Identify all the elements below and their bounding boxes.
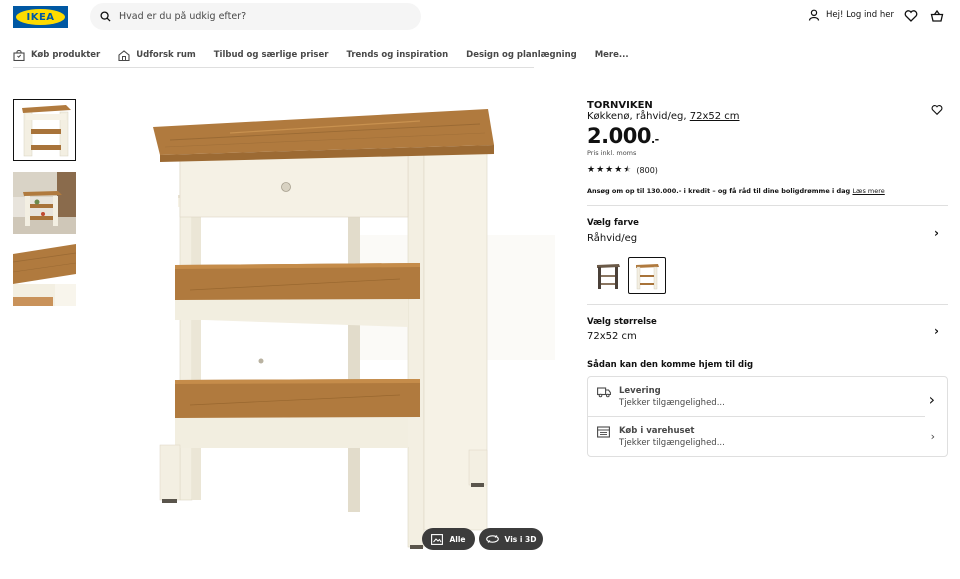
house-icon <box>118 49 130 61</box>
ikea-logo[interactable]: IKEA <box>13 6 68 28</box>
product-size-link[interactable]: 72x52 cm <box>690 111 740 122</box>
rating[interactable]: ★ ★ ★ ★ ★ (800) <box>587 165 658 175</box>
person-icon <box>808 9 820 21</box>
nav-item-design[interactable]: Design og planlægning <box>466 44 577 66</box>
product-name: TORNVIKEN <box>587 100 653 111</box>
room-thumbnail-image <box>13 172 76 234</box>
truck-icon <box>597 387 611 398</box>
heart-icon[interactable] <box>904 9 918 23</box>
main-nav: Køb produkter Udforsk rum Tilbud og særl… <box>13 44 629 68</box>
cart-icon[interactable] <box>930 9 944 23</box>
divider <box>587 304 948 305</box>
swatch-image-dark <box>597 263 620 289</box>
search-bar[interactable] <box>90 3 421 30</box>
vat-note: Pris inkl. moms <box>587 149 637 157</box>
favorite-heart-icon[interactable] <box>931 104 943 116</box>
store-icon <box>597 426 610 438</box>
review-count: (800) <box>636 165 658 175</box>
star-icon: ★ <box>587 165 596 175</box>
delivery-status: Tjekker tilgængelighed... <box>619 398 725 408</box>
login-link[interactable]: Hej! Log ind her <box>808 9 894 21</box>
logo-text: IKEA <box>26 11 55 23</box>
nav-label-more: Mere... <box>594 50 629 60</box>
delivery-title: Levering <box>619 386 661 396</box>
half-star-icon: ★ <box>623 165 632 175</box>
view-all-label: Alle <box>449 534 466 544</box>
product-main-image <box>153 109 555 549</box>
nav-item-shop[interactable]: Køb produkter <box>13 44 100 66</box>
nav-item-rooms[interactable]: Udforsk rum <box>118 44 196 66</box>
credit-text: Ansøg om op til 130.000.- i kredit – og … <box>587 187 851 195</box>
delivery-row[interactable]: Levering Tjekker tilgængelighed... <box>588 377 925 417</box>
divider <box>587 205 948 206</box>
price-suffix: .- <box>650 133 659 146</box>
nav-label-rooms: Udforsk rum <box>136 50 196 60</box>
thumbnail-3[interactable] <box>13 244 76 306</box>
search-icon <box>100 11 111 22</box>
detail-thumbnail-image <box>13 244 76 306</box>
nav-label-offers: Tilbud og særlige priser <box>213 50 329 60</box>
credit-offer: Ansøg om op til 130.000.- i kredit – og … <box>587 187 885 195</box>
nav-item-offers[interactable]: Tilbud og særlige priser <box>214 44 329 66</box>
view-3d-label: Vis i 3D <box>504 534 537 544</box>
credit-link[interactable]: Læs mere <box>852 187 884 195</box>
thumbnail-1[interactable] <box>13 99 76 161</box>
product-description: Køkkenø, råhvid/eg, 72x52 cm <box>587 111 740 122</box>
nav-label-design: Design og planlægning <box>466 50 577 60</box>
view-all-button[interactable]: Alle <box>422 528 475 550</box>
nav-label-trends: Trends og inspiration <box>346 50 449 60</box>
star-icon: ★ <box>605 165 614 175</box>
search-input[interactable] <box>119 11 399 22</box>
nav-item-more[interactable]: Mere... <box>595 44 629 66</box>
store-title: Køb i varehuset <box>619 426 695 436</box>
product-thumbnail-image <box>14 100 75 160</box>
color-value: Råhvid/eg <box>587 233 638 244</box>
size-chevron-icon[interactable]: › <box>934 324 939 338</box>
login-label: Hej! Log ind her <box>826 10 894 20</box>
store-status: Tjekker tilgængelighed... <box>619 438 725 448</box>
delivery-arrow-icon[interactable]: › <box>929 390 935 409</box>
delivery-heading: Sådan kan den komme hjem til dig <box>587 360 754 370</box>
price-value: 2.000 <box>587 124 651 148</box>
size-label: Vælg størrelse <box>587 317 657 327</box>
star-icon: ★ <box>596 165 605 175</box>
star-icon: ★ <box>614 165 623 175</box>
color-chevron-icon[interactable]: › <box>934 226 939 240</box>
nav-item-trends[interactable]: Trends og inspiration <box>346 44 448 66</box>
color-swatch-dark[interactable] <box>589 257 627 294</box>
product-desc-text: Køkkenø, råhvid/eg, <box>587 111 690 122</box>
size-value: 72x52 cm <box>587 331 637 342</box>
gallery-icon <box>431 533 444 545</box>
product-price: 2.000.- <box>587 124 659 148</box>
nav-label-shop: Køb produkter <box>31 50 101 60</box>
delivery-options: Levering Tjekker tilgængelighed... › Køb… <box>587 376 948 457</box>
view-3d-button[interactable]: Vis i 3D <box>479 528 543 550</box>
shopping-bag-icon <box>13 49 25 61</box>
color-swatch-offwhite-oak[interactable] <box>628 257 666 294</box>
store-arrow-icon[interactable]: › <box>931 430 935 443</box>
thumbnail-2[interactable] <box>13 172 76 234</box>
store-row[interactable]: Køb i varehuset Tjekker tilgængelighed..… <box>588 417 947 457</box>
swatch-image-offwhite <box>636 263 659 289</box>
3d-icon <box>485 535 499 543</box>
color-label: Vælg farve <box>587 218 639 228</box>
